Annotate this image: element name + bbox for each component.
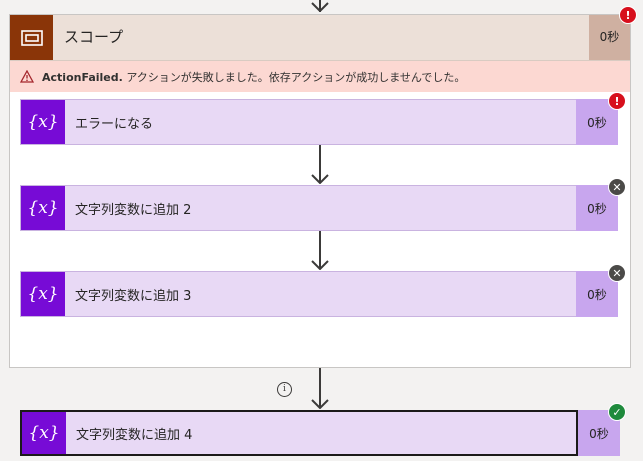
error-banner: ActionFailed. アクションが失敗しました。依存アクションが成功しませ… [10, 61, 630, 92]
variable-icon: {x} [21, 272, 65, 316]
action-title: エラーになる [75, 116, 154, 132]
action-card-append-2[interactable]: {x} 文字列変数に追加 2 0秒 [20, 185, 618, 231]
connector-arrow [310, 368, 330, 410]
info-icon[interactable]: i [277, 382, 292, 397]
action-title: 文字列変数に追加 3 [75, 288, 192, 304]
action-card-error[interactable]: {x} エラーになる 0秒 [20, 99, 618, 145]
skipped-status-icon: ✕ [608, 178, 626, 196]
connector-arrow [310, 231, 330, 271]
action-card-append-3[interactable]: {x} 文字列変数に追加 3 0秒 [20, 271, 618, 317]
action-title: 文字列変数に追加 4 [76, 427, 193, 443]
connector-arrow-top [310, 0, 330, 14]
error-status-icon: ! [619, 6, 637, 24]
variable-icon: {x} [21, 186, 65, 230]
error-message: ActionFailed. アクションが失敗しました。依存アクションが成功しませ… [42, 69, 465, 85]
connector-arrow [310, 145, 330, 185]
error-text: アクションが失敗しました。依存アクションが成功しませんでした。 [126, 70, 466, 84]
action-title: 文字列変数に追加 2 [75, 202, 192, 218]
error-status-icon: ! [608, 92, 626, 110]
skipped-status-icon: ✕ [608, 264, 626, 282]
action-card-append-4[interactable]: {x} 文字列変数に追加 4 0秒 [20, 410, 620, 456]
variable-icon: {x} [22, 412, 66, 454]
scope-title: スコープ [64, 28, 124, 46]
error-code: ActionFailed. [42, 70, 123, 84]
variable-icon: {x} [21, 100, 65, 144]
warning-icon [20, 70, 34, 83]
success-status-icon: ✓ [608, 403, 626, 421]
scope-header[interactable]: スコープ 0秒 [10, 15, 630, 61]
scope-icon [10, 15, 53, 60]
